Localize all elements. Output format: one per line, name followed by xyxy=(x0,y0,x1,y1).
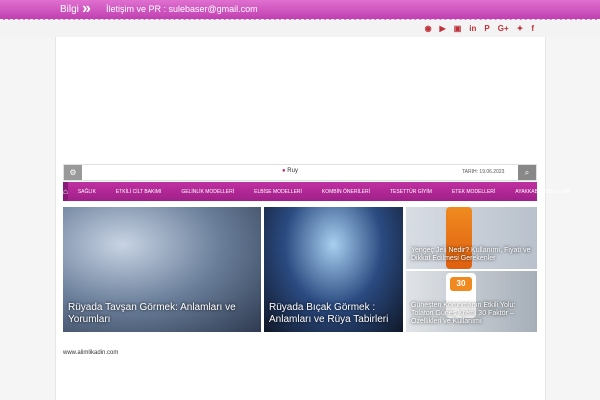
rss-icon[interactable]: ◉ xyxy=(425,24,432,33)
nav-item-cilt-bakimi[interactable]: ETKİLİ CİLT BAKIMI xyxy=(106,189,171,195)
nav-item-ayakkabi[interactable]: AYAKKABI MODELLERİ xyxy=(505,189,579,195)
featured-card-1[interactable]: Rüyada Tavşan Görmek: Anlamları ve Yorum… xyxy=(63,207,261,332)
twitter-icon[interactable]: ✦ xyxy=(517,24,524,33)
search-icon[interactable]: ⌕ xyxy=(518,165,536,180)
featured-card-2[interactable]: Rüyada Bıçak Görmek : Anlamları ve Rüya … xyxy=(264,207,403,332)
social-links: ◉ ▶ ▣ in P G+ ✦ f xyxy=(425,21,534,35)
googleplus-icon[interactable]: G+ xyxy=(498,24,509,33)
contact-text[interactable]: İletişim ve PR : sulebaser@gmail.com xyxy=(106,4,258,14)
nav-item-kombin[interactable]: KOMBİN ÖNERİLERİ xyxy=(312,189,380,195)
featured-card-4[interactable]: 30 Güneşten Korunmanın Etkili Yolu: Tola… xyxy=(406,271,537,332)
info-label: Bilgi xyxy=(60,4,79,15)
facebook-icon[interactable]: f xyxy=(531,24,534,33)
youtube-icon[interactable]: ▶ xyxy=(440,24,446,33)
nav-item-etek[interactable]: ETEK MODELLERİ xyxy=(442,189,505,195)
featured-card-3[interactable]: Yengeç Jeli Nedir? Kullanımı, Fiyatı ve … xyxy=(406,207,537,269)
chevron-separator-icon: » xyxy=(82,0,91,17)
search-row: ⚙ ● Ruy TARIH: 19.06.2023 ⌕ xyxy=(63,164,537,181)
featured-title-4: Güneşten Korunmanın Etkili Yolu: Tolaton… xyxy=(411,302,516,325)
instagram-icon[interactable]: ▣ xyxy=(454,24,462,33)
main-nav: ⌂ SAĞLIK ETKİLİ CİLT BAKIMI GELİNLİK MOD… xyxy=(63,182,570,201)
ticker-text[interactable]: ● Ruy xyxy=(282,168,298,174)
linkedin-icon[interactable]: in xyxy=(469,24,476,33)
top-bar: Bilgi » İletişim ve PR : sulebaser@gmail… xyxy=(0,0,600,20)
date-text: TARIH: 19.06.2023 xyxy=(462,169,505,175)
featured-title-1: Rüyada Tavşan Görmek: Anlamları ve Yorum… xyxy=(68,302,236,325)
nav-item-elbise[interactable]: ELBİSE MODELLERİ xyxy=(244,189,312,195)
gear-icon[interactable]: ⚙ xyxy=(64,165,82,180)
nav-item-gelinlik[interactable]: GELİNLİK MODELLERİ xyxy=(171,189,244,195)
nav-item-saglik[interactable]: SAĞLIK xyxy=(68,189,106,195)
pinterest-icon[interactable]: P xyxy=(484,24,489,33)
ticker-label: Ruy xyxy=(287,168,298,174)
nav-item-tesettur[interactable]: TESETTÜR GİYİM xyxy=(380,189,442,195)
site-url[interactable]: www.alimlikadin.com xyxy=(63,350,118,356)
spf-badge: 30 xyxy=(450,277,472,291)
ticker-dot-icon: ● xyxy=(282,168,286,174)
featured-title-3: Yengeç Jeli Nedir? Kullanımı, Fiyatı ve … xyxy=(411,247,531,262)
featured-title-2: Rüyada Bıçak Görmek : Anlamları ve Rüya … xyxy=(269,302,389,325)
